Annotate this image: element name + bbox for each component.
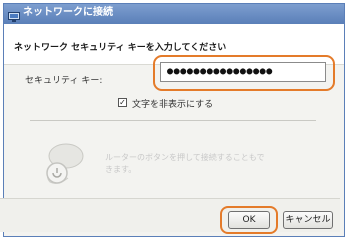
security-key-label: セキュリティ キー:	[25, 76, 103, 86]
hide-characters-label: 文字を非表示にする	[132, 100, 214, 110]
hide-characters-checkbox[interactable]: ✓	[118, 98, 127, 107]
network-icon	[8, 8, 20, 22]
wps-router-icon	[40, 136, 88, 186]
router-hint-line2: きます。	[105, 165, 137, 174]
router-hint-line1: ルーターのボタンを押して接続することもで	[105, 153, 265, 162]
cancel-button[interactable]: キャンセル	[283, 211, 333, 229]
window-title: ネットワークに接続	[23, 7, 113, 18]
dialog-heading: ネットワーク セキュリティ キーを入力してください	[14, 43, 227, 53]
check-mark-icon: ✓	[119, 98, 126, 107]
title-bar[interactable]: ネットワークに接続	[4, 4, 344, 24]
security-key-input[interactable]: ●●●●●●●●●●●●●●●●	[160, 62, 326, 82]
router-hint-text: ルーターのボタンを押して接続することもで きます。	[105, 152, 315, 176]
ok-button[interactable]: OK	[228, 211, 270, 229]
divider	[30, 120, 316, 121]
